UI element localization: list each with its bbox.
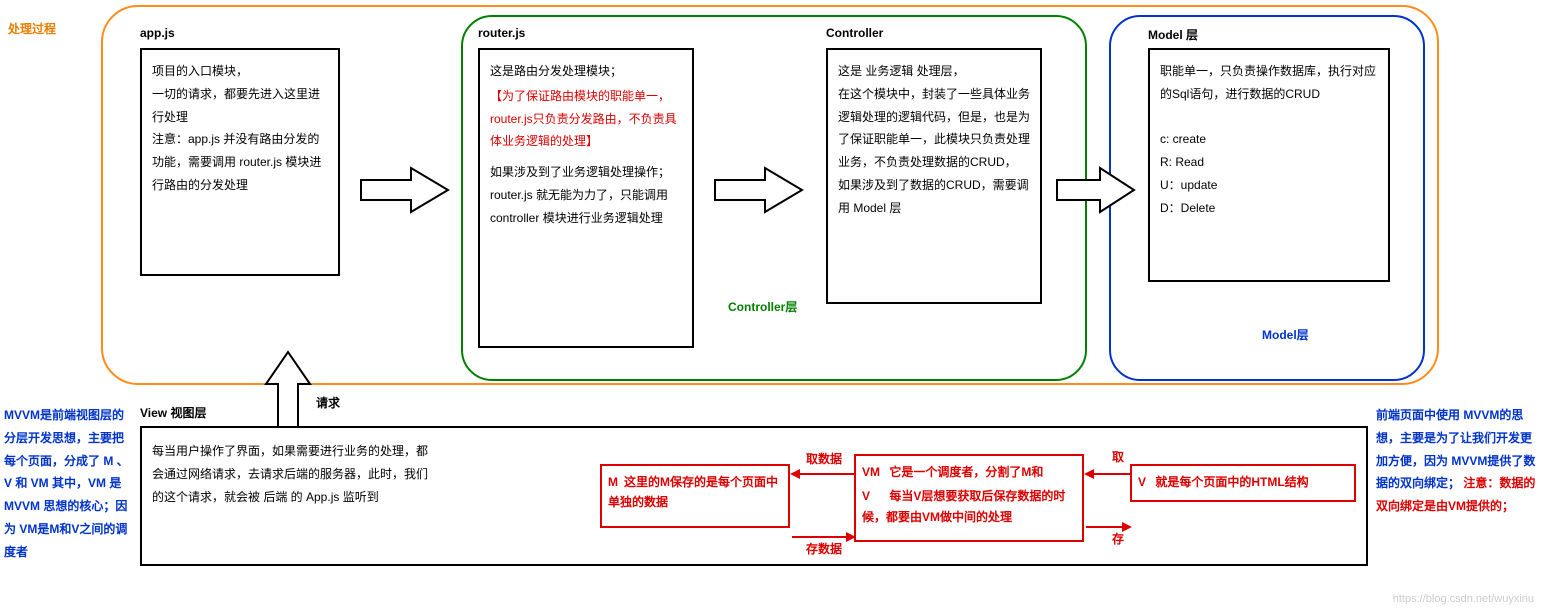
get-label: 取 (1112, 448, 1124, 465)
request-label: 请求 (316, 394, 340, 411)
controller-box: 这是 业务逻辑 处理层， 在这个模块中，封装了一些具体业务逻辑处理的逻辑代码，但… (826, 48, 1042, 304)
vm-line1: 它是一个调度者，分割了M和 (889, 465, 1043, 479)
v-body: 就是每个页面中的HTML结构 (1155, 475, 1308, 489)
routerjs-title: router.js (478, 26, 525, 40)
process-label: 处理过程 (8, 20, 56, 37)
savedata-label: 存数据 (806, 540, 842, 557)
arrow-vm-v-bottom (1084, 518, 1132, 536)
m-box: M 这里的M保存的是每个页面中单独的数据 (600, 464, 790, 528)
arrow-app-to-router (356, 160, 456, 220)
save-label: 存 (1112, 530, 1124, 547)
getdata-label: 取数据 (806, 450, 842, 467)
vm-tag-v: V (862, 486, 886, 506)
view-title: View 视图层 (140, 404, 206, 421)
controller-layer-label: Controller层 (728, 298, 797, 315)
vm-line2: 每当V层想要获取后保存数据的时候，都要由VM做中间的处理 (862, 489, 1065, 523)
routerjs-box: 这是路由分发处理模块； 【为了保证路由模块的职能单一，router.js只负责分… (478, 48, 694, 348)
appjs-box: 项目的入口模块， 一切的请求，都要先进入这里进行处理 注意：app.js 并没有… (140, 48, 340, 276)
vm-box: VM 它是一个调度者，分割了M和 V 每当V层想要获取后保存数据的时候，都要由V… (854, 454, 1084, 542)
arrow-vm-v-top (1084, 465, 1132, 483)
vm-tag-vm: VM (862, 462, 886, 482)
m-tag: M (608, 472, 618, 492)
model-title: Model 层 (1148, 26, 1198, 43)
mvvm-left-note: MVVM是前端视图层的分层开发思想，主要把每个页面，分成了 M 、V 和 VM … (4, 404, 134, 564)
view-body: 每当用户操作了界面，如果需要进行业务的处理，都会通过网络请求，去请求后端的服务器… (152, 440, 432, 508)
router-body-red: 【为了保证路由模块的职能单一，router.js只负责分发路由，不负责具体业务逻… (490, 85, 682, 153)
controller-title: Controller (826, 26, 883, 40)
arrow-m-vm-top (790, 465, 856, 483)
arrow-router-to-controller (710, 160, 810, 220)
model-box: 职能单一，只负责操作数据库，执行对应的Sql语句，进行数据的CRUD c: cr… (1148, 48, 1390, 282)
m-body: 这里的M保存的是每个页面中单独的数据 (608, 475, 778, 509)
mvvm-right-note: 前端页面中使用 MVVM的思想，主要是为了让我们开发更加方便，因为 MVVM提供… (1376, 404, 1536, 518)
model-layer-label: Model层 (1262, 326, 1309, 343)
router-body1: 这是路由分发处理模块； (490, 60, 682, 83)
arrow-controller-to-model (1052, 160, 1142, 220)
watermark: https://blog.csdn.net/wuyxinu (1393, 593, 1534, 605)
v-box: V 就是每个页面中的HTML结构 (1130, 464, 1356, 502)
v-tag: V (1138, 475, 1146, 489)
appjs-title: app.js (140, 26, 175, 40)
router-body2: 如果涉及到了业务逻辑处理操作；router.js 就无能为力了，只能调用 con… (490, 161, 682, 229)
